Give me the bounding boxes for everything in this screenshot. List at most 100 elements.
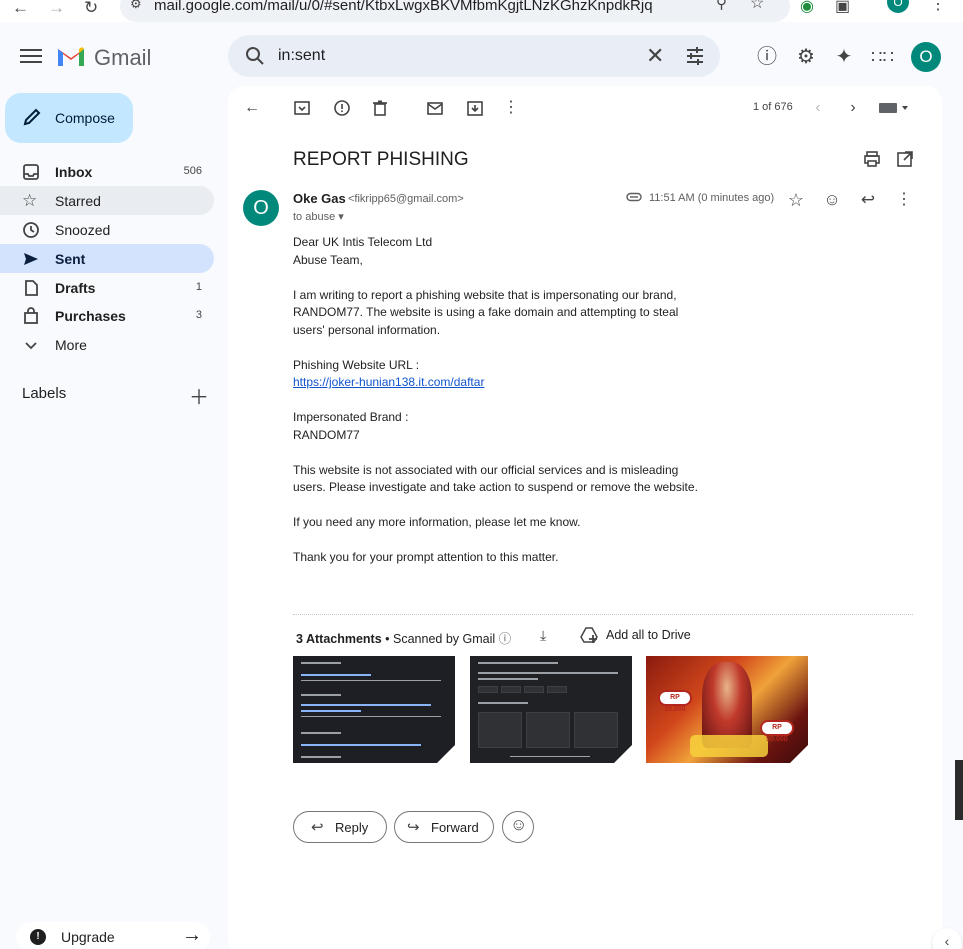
reply-button[interactable]: ↩ Reply bbox=[293, 811, 387, 843]
thumb-text-line bbox=[301, 732, 341, 734]
thumb-text-line bbox=[478, 662, 558, 664]
zoom-icon[interactable]: ⚲ bbox=[716, 0, 727, 12]
labels-heading: Labels bbox=[22, 385, 67, 402]
sidebar-item-starred[interactable]: ☆ Starred bbox=[0, 186, 214, 215]
browser-menu-icon[interactable]: ⋮ bbox=[930, 0, 946, 14]
address-url[interactable]: mail.google.com/mail/u/0/#sent/KtbxLwgxB… bbox=[154, 0, 653, 14]
gemini-sparkle-icon[interactable]: ✦ bbox=[833, 46, 855, 68]
delete-trash-icon[interactable] bbox=[370, 98, 390, 118]
sidebar-item-purchases[interactable]: Purchases 3 bbox=[0, 301, 214, 330]
back-to-list-icon[interactable]: ← bbox=[242, 98, 262, 118]
thumb-text-line bbox=[510, 756, 590, 757]
recipients-line[interactable]: to abuse ▾ bbox=[293, 210, 344, 223]
open-new-window-icon[interactable] bbox=[895, 149, 915, 169]
download-all-icon[interactable]: ⤓ bbox=[540, 627, 546, 644]
report-spam-icon[interactable] bbox=[332, 98, 352, 118]
star-icon: ☆ bbox=[22, 191, 38, 210]
thumb-text-line bbox=[478, 678, 538, 680]
thumb-text-line bbox=[301, 674, 371, 676]
info-icon: ! bbox=[30, 929, 46, 945]
recipient-text: to abuse bbox=[293, 211, 336, 223]
emoji-reaction-button[interactable]: ☺ bbox=[502, 811, 534, 843]
thumb-text-line bbox=[301, 756, 341, 758]
search-options-icon[interactable] bbox=[684, 45, 706, 67]
body-paragraph: This website is not associated with our … bbox=[293, 462, 698, 495]
search-bar[interactable]: in:sent ✕ bbox=[228, 35, 720, 77]
thumb-badge: RP 10.000 bbox=[658, 690, 692, 713]
help-icon[interactable]: ⓘ bbox=[756, 46, 778, 68]
scan-info-icon[interactable]: ⓘ bbox=[499, 632, 512, 646]
sender-name[interactable]: Oke Gas bbox=[293, 191, 346, 206]
sidebar-item-label: Drafts bbox=[55, 280, 96, 296]
upgrade-button[interactable]: ! Upgrade → bbox=[16, 922, 210, 949]
phishing-url-link[interactable]: https://joker-hunian138.it.com/daftar bbox=[293, 375, 484, 389]
sidebar-item-count: 3 bbox=[195, 309, 202, 321]
brand-label: Impersonated Brand : bbox=[293, 410, 409, 424]
scanned-label: Scanned by Gmail bbox=[393, 632, 496, 646]
print-icon[interactable] bbox=[862, 149, 882, 169]
site-info-icon[interactable]: ⚙ bbox=[130, 0, 142, 12]
older-chevron-icon[interactable]: › bbox=[843, 98, 863, 118]
add-label-icon[interactable]: ＋ bbox=[189, 381, 209, 410]
sidebar-item-sent[interactable]: Sent bbox=[0, 244, 214, 273]
sender-avatar[interactable]: O bbox=[243, 190, 279, 226]
clear-search-icon[interactable]: ✕ bbox=[646, 43, 664, 69]
sidebar-item-inbox[interactable]: Inbox 506 bbox=[0, 157, 214, 186]
thumb-text-line bbox=[301, 710, 361, 712]
gmail-logo-icon bbox=[58, 47, 84, 66]
shield-extension-icon[interactable]: ◉ bbox=[800, 0, 814, 16]
pagination-status: 1 of 676 bbox=[753, 101, 793, 113]
separator-dot: • bbox=[385, 632, 394, 646]
settings-gear-icon[interactable]: ⚙ bbox=[795, 46, 817, 68]
sidebar-item-drafts[interactable]: Drafts 1 bbox=[0, 273, 214, 302]
browser-profile-avatar[interactable]: O bbox=[887, 0, 909, 13]
move-to-icon[interactable] bbox=[465, 98, 485, 118]
url-label: Phishing Website URL : bbox=[293, 357, 420, 372]
sidebar-item-label: Purchases bbox=[55, 308, 126, 324]
sender-email: <fikripp65@gmail.com> bbox=[348, 193, 464, 205]
sidebar-item-snoozed[interactable]: Snoozed bbox=[0, 215, 214, 244]
arrow-right-icon: → bbox=[182, 924, 202, 946]
account-avatar[interactable]: O bbox=[911, 42, 941, 72]
thumb-chip bbox=[478, 686, 498, 693]
thumb-text-line bbox=[301, 694, 341, 696]
message-more-icon[interactable]: ⋮ bbox=[894, 190, 914, 210]
thumb-slot-graphic bbox=[690, 735, 768, 757]
email-subject: REPORT PHISHING bbox=[293, 149, 469, 170]
sidebar-item-more[interactable]: More bbox=[0, 330, 214, 359]
address-bar[interactable]: ⚙ mail.google.com/mail/u/0/#sent/KtbxLwg… bbox=[120, 0, 790, 22]
mark-unread-icon[interactable] bbox=[425, 98, 445, 118]
attachment-thumbnail-1[interactable] bbox=[293, 656, 455, 763]
thumb-chip bbox=[547, 686, 567, 693]
search-icon[interactable] bbox=[244, 45, 266, 67]
apps-grid-icon[interactable]: ∷∷ bbox=[871, 46, 894, 68]
reload-icon[interactable]: ↻ bbox=[84, 0, 98, 18]
star-message-icon[interactable]: ☆ bbox=[786, 190, 806, 210]
reply-label: Reply bbox=[335, 820, 369, 835]
drive-add-icon[interactable] bbox=[579, 626, 599, 644]
more-actions-icon[interactable]: ⋮ bbox=[501, 98, 521, 118]
body-paragraph: I am writing to report a phishing websit… bbox=[293, 287, 679, 337]
main-menu-icon[interactable] bbox=[20, 46, 42, 66]
side-panel-toggle-chevron-icon[interactable]: ‹ bbox=[932, 928, 962, 949]
search-input[interactable]: in:sent bbox=[278, 47, 325, 65]
attachment-thumbnail-3[interactable]: RP 10.000 RP 50.000 bbox=[646, 656, 808, 763]
attachment-thumbnail-2[interactable] bbox=[470, 656, 632, 763]
sidebar-item-label: Starred bbox=[55, 193, 101, 209]
forward-button[interactable]: ↪ Forward bbox=[394, 811, 494, 843]
sidebar-item-label: More bbox=[55, 337, 87, 353]
attachment-clip-icon bbox=[626, 192, 642, 202]
add-all-to-drive[interactable]: Add all to Drive bbox=[606, 628, 691, 642]
forward-icon[interactable]: → bbox=[48, 0, 65, 18]
back-icon[interactable]: ← bbox=[12, 0, 29, 18]
reply-arrow-icon[interactable]: ↩ bbox=[858, 190, 878, 210]
add-reaction-icon[interactable]: ☺ bbox=[822, 190, 842, 210]
input-tools-keyboard-icon[interactable] bbox=[878, 100, 910, 116]
bookmark-star-icon[interactable]: ☆ bbox=[750, 0, 764, 13]
newer-chevron-icon[interactable]: ‹ bbox=[808, 98, 828, 118]
inbox-icon bbox=[23, 164, 39, 180]
compose-button[interactable]: Compose bbox=[5, 93, 133, 143]
recipient-details-chevron-icon[interactable]: ▾ bbox=[338, 211, 344, 223]
extensions-puzzle-icon[interactable]: ▣ bbox=[835, 0, 850, 16]
archive-icon[interactable] bbox=[292, 98, 312, 118]
